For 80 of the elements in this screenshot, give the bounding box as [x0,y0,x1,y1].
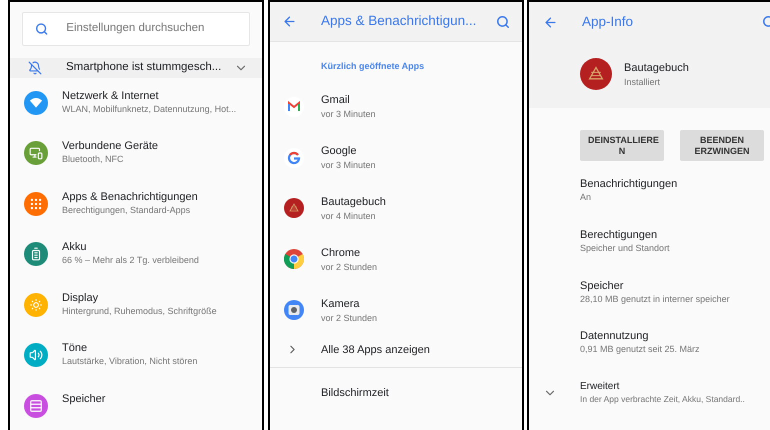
screen-time-item[interactable]: Bildschirmzeit [270,368,522,418]
banner-text: Smartphone ist stummgesch... [66,60,222,76]
all-apps-link[interactable]: Alle 38 Apps anzeigen [270,332,522,368]
app-name: Bautagebuch [624,60,689,76]
brightness-icon [29,298,43,312]
item-subtitle: 0,91 MB genutzt seit 25. März [580,343,701,356]
app-time: vor 3 Minuten [321,159,376,172]
app-time: vor 2 Stunden [321,312,378,324]
item-subtitle: WLAN, Mobilfunknetz, Datennutzung, Hot... [62,102,236,116]
app-logo-icon [284,198,304,218]
camera-app-icon [284,300,304,320]
item-title: Benachrichtigungen [580,177,678,191]
settings-item[interactable]: Verbundene Geräte Bluetooth, NFC [10,137,262,188]
settings-item[interactable]: Display Hintergrund, Ruhemodus, Schriftgröße [10,288,262,339]
app-name: Google [321,144,358,160]
search-icon [35,22,48,36]
screen-time-text: Bildschirmzeit [321,386,389,402]
item-subtitle: 28,10 MB genutzt in interner speicher [580,292,731,306]
action-button[interactable]: BEENDEN ERZWINGEN [680,130,764,161]
recent-app-item[interactable]: Chrome vor 2 Stunden [270,236,522,288]
item-title: Speicher [580,278,624,293]
advanced-item[interactable]: Erweitert In der App verbrachte Zeit, Akku, Standard.. [529,380,770,406]
app-time: vor 4 Minuten [321,210,377,222]
back-icon[interactable] [543,14,558,30]
item-title: Töne [62,341,88,355]
settings-item[interactable]: Töne Lautstärke, Vibration, Nicht stören [10,339,262,390]
recent-app-item[interactable]: Google vor 3 Minuten [270,135,522,186]
section-header: Kürzlich geöffnete Apps [321,60,424,73]
back-icon[interactable] [282,14,297,29]
app-time: vor 3 Minuten [321,108,376,120]
recent-app-item[interactable]: Bautagebuch vor 4 Minuten [270,186,522,237]
item-title: Datennutzung [580,329,650,344]
item-title: Apps & Benachrichtigungen [62,190,198,204]
item-title: Verbundene Geräte [62,139,158,153]
battery-icon [29,247,43,261]
item-subtitle: Speicher und Standort [580,242,671,255]
grid-icon [29,196,43,210]
bell-off-icon [28,60,42,75]
app-name: Bautagebuch [321,194,386,210]
all-apps-text: Alle 38 Apps anzeigen [321,342,430,358]
devices-icon [29,146,43,160]
app-name: Kamera [321,296,361,312]
info-item[interactable]: Datennutzung 0,91 MB genutzt seit 25. März [529,329,770,380]
item-subtitle: Hintergrund, Ruhemodus, Schriftgröße [62,304,217,318]
search-icon[interactable] [496,14,510,28]
settings-item[interactable]: Netzwerk & Internet WLAN, Mobilfunknetz, Datennutzung, Hot... [10,86,262,137]
browser-app-icon [284,249,304,270]
action-button[interactable]: DEINSTALLIERE N [580,130,664,161]
settings-item[interactable]: Apps & Benachrichtigungen Berechtigungen, Standard-Apps [10,188,262,238]
wifi-icon [29,96,43,110]
storage-icon [29,398,43,412]
item-title: Akku [62,240,88,254]
speaker-icon [29,348,43,362]
item-subtitle: Lautstärke, Vibration, Nicht stören [62,355,198,368]
screen-title: App-Info [582,12,634,31]
search-input[interactable]: Einstellungen durchsuchen [66,20,237,38]
item-subtitle: Berechtigungen, Standard-Apps [62,204,192,216]
info-item[interactable]: Benachrichtigungen An [529,177,770,228]
search-field[interactable]: Einstellungen durchsuchen [22,12,250,46]
item-title: Speicher [62,392,106,406]
item-title: Erweitert [580,380,620,394]
screen-title: Apps & Benachrichtigun... [321,12,478,30]
silent-mode-banner[interactable]: Smartphone ist stummgesch... [10,58,262,78]
recent-app-item[interactable]: Gmail vor 3 Minuten [270,84,522,136]
settings-item[interactable]: Speicher [10,390,262,430]
item-subtitle: Bluetooth, NFC [62,153,125,166]
app-name: Gmail [321,93,351,108]
item-subtitle: An [580,191,592,204]
item-subtitle: 66 % – Mehr als 2 Tg. verbleibend [62,254,199,267]
info-item[interactable]: Berechtigungen Speicher und Standort [529,228,770,279]
settings-item[interactable]: Akku 66 % – Mehr als 2 Tg. verbleibend [10,238,262,288]
install-status: Installiert [624,76,662,88]
item-subtitle: In der App verbrachte Zeit, Akku, Standard.. [580,393,745,406]
item-title: Berechtigungen [580,228,658,242]
app-logo-icon [580,58,612,90]
app-name: Chrome [321,246,362,261]
item-title: Display [62,290,100,304]
info-item[interactable]: Speicher 28,10 MB genutzt in interner speicher [529,278,770,330]
item-title: Netzwerk & Internet [62,88,160,102]
app-time: vor 2 Stunden [321,260,378,273]
